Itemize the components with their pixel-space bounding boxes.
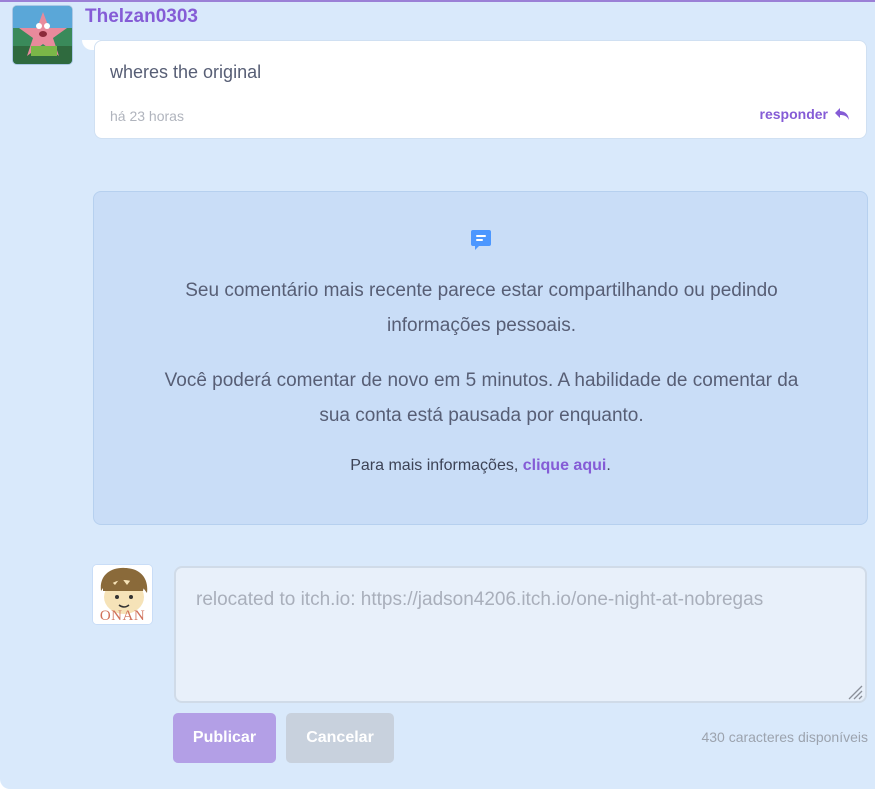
more-info-suffix: .: [606, 457, 611, 474]
reply-button[interactable]: responder: [760, 106, 850, 122]
avatar-caption: ONAN: [99, 608, 146, 624]
comment-text: wheres the original: [110, 62, 262, 82]
notice-message-personal-info: Seu comentário mais recente parece estar…: [185, 280, 778, 336]
comment-bubble: wheres the original há 23 horas responde…: [94, 40, 867, 139]
notice-more-info: Para mais informações, clique aqui.: [94, 457, 867, 475]
comment-author-name[interactable]: Thelzan0303: [85, 6, 198, 28]
starfish-avatar-image: [13, 6, 72, 64]
notice-message-pause: Você poderá comentar de novo em 5 minuto…: [164, 370, 799, 426]
comments-panel: Thelzan0303 wheres the original há 23 ho…: [0, 0, 875, 789]
current-user-avatar[interactable]: ONAN: [92, 564, 153, 625]
cancel-button[interactable]: Cancelar: [286, 713, 394, 763]
reply-arrow-icon: [835, 108, 849, 120]
comment-timestamp: há 23 horas: [110, 108, 184, 124]
comment-input[interactable]: [174, 566, 867, 703]
characters-remaining: 430 caracteres disponíveis: [701, 729, 868, 745]
more-info-link[interactable]: clique aqui: [523, 457, 607, 474]
comment-muted-notice: Seu comentário mais recente parece estar…: [93, 191, 868, 525]
reply-label: responder: [759, 106, 828, 122]
chat-bubble-icon: [471, 230, 491, 250]
author-avatar[interactable]: [12, 5, 73, 65]
resize-grip-icon[interactable]: [845, 682, 863, 700]
publish-button[interactable]: Publicar: [173, 713, 276, 763]
more-info-prefix: Para mais informações,: [350, 457, 523, 474]
